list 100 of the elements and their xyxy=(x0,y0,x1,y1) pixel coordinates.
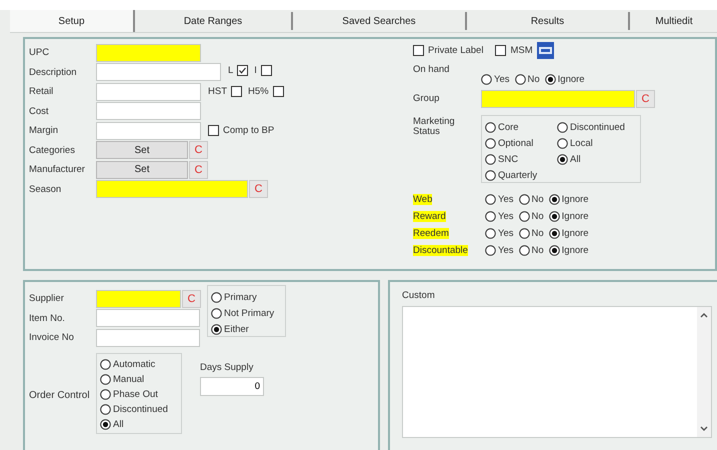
radio-label: Primary xyxy=(224,292,257,302)
field-label: Web xyxy=(413,194,432,205)
radio-label: No xyxy=(532,228,544,239)
text-field[interactable] xyxy=(96,82,201,101)
text-field[interactable] xyxy=(96,328,200,347)
radio-button[interactable] xyxy=(211,292,222,302)
clear-button[interactable]: C xyxy=(636,90,655,108)
radio-button[interactable] xyxy=(518,211,530,222)
field-label: UPC xyxy=(29,47,50,58)
radio-button[interactable] xyxy=(485,194,496,205)
radio-button[interactable] xyxy=(485,154,496,164)
radio-label: Ignore xyxy=(558,74,585,84)
radio-label: Yes xyxy=(498,211,514,222)
radio-button[interactable] xyxy=(211,308,222,318)
field-label: Reward xyxy=(413,211,446,222)
radio-label: Yes xyxy=(498,245,514,256)
text-field[interactable] xyxy=(96,44,201,62)
radio-label: Yes xyxy=(498,228,514,239)
scroll-down-icon[interactable] xyxy=(700,426,708,432)
radio-label: Yes xyxy=(498,194,514,205)
checkbox[interactable] xyxy=(237,64,248,76)
radio-label: Not Primary xyxy=(224,308,274,318)
radio-button[interactable] xyxy=(518,228,530,239)
clear-button[interactable]: C xyxy=(189,141,208,160)
field-label: Days Supply xyxy=(200,362,254,374)
field-label: Custom xyxy=(402,290,436,303)
number-field[interactable]: 0 xyxy=(200,376,264,396)
radio-button[interactable] xyxy=(548,194,560,205)
radio-label: Core xyxy=(498,122,519,132)
set-button[interactable]: Set xyxy=(96,160,188,179)
radio-button[interactable] xyxy=(518,245,530,256)
radio-button[interactable] xyxy=(485,245,496,256)
radio-label: All xyxy=(113,418,124,430)
radio-button[interactable] xyxy=(485,211,496,222)
radio-label: Manual xyxy=(113,374,144,384)
field-label: Supplier xyxy=(29,293,65,304)
radio-button[interactable] xyxy=(514,74,526,84)
checkbox[interactable] xyxy=(495,45,506,56)
radio-button[interactable] xyxy=(548,228,560,239)
radio-label: No xyxy=(532,211,544,222)
text-field[interactable] xyxy=(96,309,200,328)
radio-button[interactable] xyxy=(211,324,222,334)
scroll-up-icon[interactable] xyxy=(700,312,708,318)
checkbox[interactable] xyxy=(413,45,424,56)
text-field[interactable] xyxy=(96,180,248,198)
radio-button[interactable] xyxy=(481,74,492,84)
clear-button[interactable]: C xyxy=(182,290,201,308)
field-label: Retail xyxy=(29,86,54,98)
radio-button[interactable] xyxy=(485,228,496,239)
radio-label: Local xyxy=(570,138,593,148)
text-field[interactable] xyxy=(96,290,181,308)
checkbox-label: MSM xyxy=(510,45,533,56)
checkbox[interactable] xyxy=(272,86,284,98)
radio-label: Ignore xyxy=(562,211,589,222)
clear-button[interactable]: C xyxy=(249,180,268,198)
radio-label: Optional xyxy=(498,138,534,148)
radio-label: Discontinued xyxy=(570,122,625,132)
checkbox[interactable] xyxy=(208,125,219,136)
radio-button[interactable] xyxy=(557,154,568,164)
checkbox[interactable] xyxy=(260,64,272,76)
radio-label: SNC xyxy=(498,154,518,164)
radio-button[interactable] xyxy=(485,138,496,148)
field-label: Reedem xyxy=(413,228,449,239)
radio-label: Ignore xyxy=(562,228,589,239)
text-field[interactable] xyxy=(96,63,221,82)
radio-button[interactable] xyxy=(485,170,496,180)
field-label: Group xyxy=(413,93,440,104)
clear-button[interactable]: C xyxy=(189,160,208,179)
text-field[interactable] xyxy=(96,102,201,120)
tab[interactable]: Setup xyxy=(10,10,135,32)
scrollbar[interactable] xyxy=(697,307,711,437)
radio-label: Discontinued xyxy=(113,404,168,414)
radio-button[interactable] xyxy=(557,138,568,148)
text-field[interactable] xyxy=(96,122,201,140)
field-label: Order Control xyxy=(29,390,91,402)
radio-button[interactable] xyxy=(100,388,111,400)
checkbox[interactable] xyxy=(231,86,242,98)
field-label: Invoice No xyxy=(29,332,75,344)
radio-button[interactable] xyxy=(557,122,568,132)
logo-icon xyxy=(536,42,554,59)
radio-button[interactable] xyxy=(100,404,111,414)
radio-label: No xyxy=(532,194,544,205)
checkbox-label: HST xyxy=(208,86,227,98)
radio-button[interactable] xyxy=(544,74,556,84)
field-label: Season xyxy=(29,184,62,195)
radio-label: Ignore xyxy=(562,245,589,256)
set-button[interactable]: Set xyxy=(96,141,188,160)
radio-label: Automatic xyxy=(113,358,156,370)
radio-button[interactable] xyxy=(518,194,530,205)
radio-button[interactable] xyxy=(100,358,111,370)
field-label: On hand xyxy=(413,64,450,77)
radio-button[interactable] xyxy=(548,245,560,256)
text-field[interactable] xyxy=(481,90,635,108)
radio-button[interactable] xyxy=(100,374,111,384)
radio-button[interactable] xyxy=(485,122,496,132)
radio-label: All xyxy=(570,154,581,164)
checkbox-label: L xyxy=(228,64,234,76)
radio-button[interactable] xyxy=(100,418,111,430)
field-label: Categories xyxy=(29,144,76,156)
radio-button[interactable] xyxy=(548,211,560,222)
